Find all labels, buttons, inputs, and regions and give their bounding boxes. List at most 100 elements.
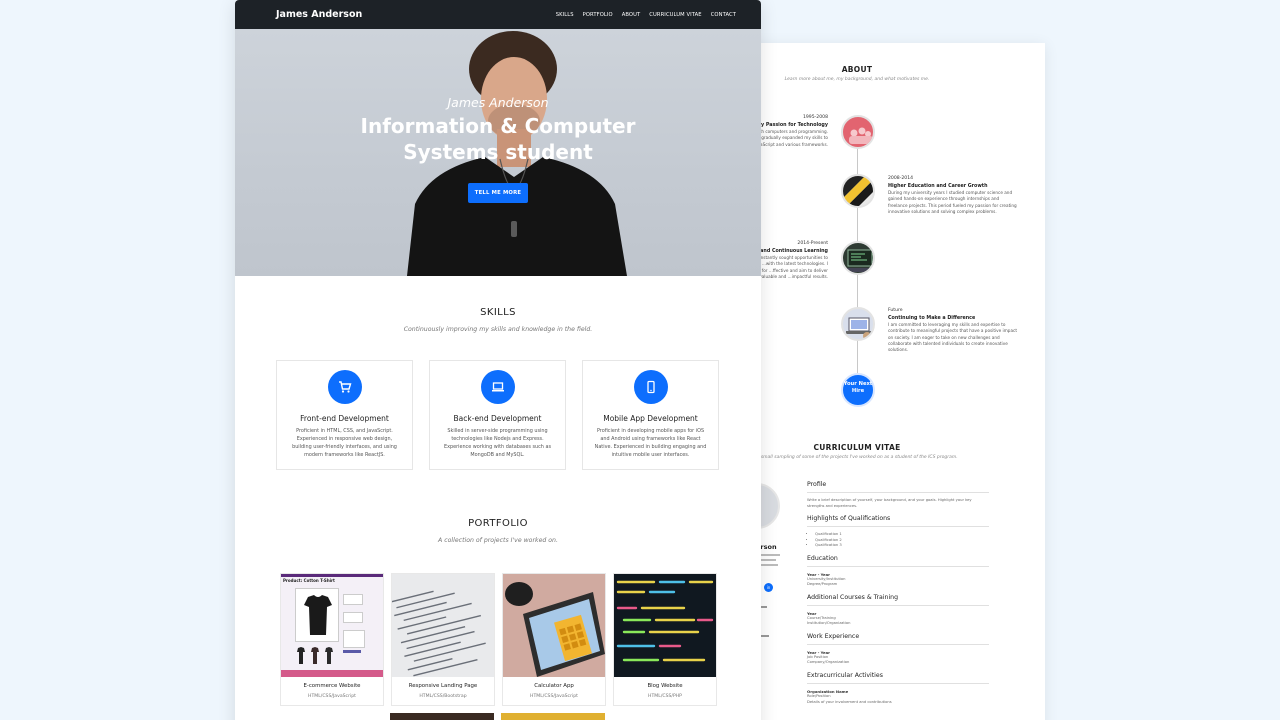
- cv-education-heading: Education: [807, 554, 838, 562]
- portfolio-item-tech: HTML/CSS/PHP: [648, 694, 682, 699]
- cv-work-company: Company/Organization: [807, 660, 850, 665]
- navbar: James Anderson SKILLS PORTFOLIO ABOUT CU…: [235, 0, 761, 29]
- nav-item-contact[interactable]: CONTACT: [711, 12, 736, 18]
- about-section: ABOUT Learn more about me, my background…: [740, 65, 974, 82]
- nav-item-cv[interactable]: CURRICULUM VITAE: [649, 12, 701, 18]
- hero-content: James Anderson Information & Computer Sy…: [235, 95, 761, 204]
- timeline-year: 2008-2014: [888, 176, 914, 181]
- timeline-image-2: [841, 174, 875, 208]
- hero-section: James Anderson Information & Computer Sy…: [235, 29, 761, 276]
- cv-qualifications-list: Qualification 1 Qualification 2 Qualific…: [807, 532, 989, 549]
- divider: [807, 604, 989, 606]
- hero-name: James Anderson: [447, 95, 549, 110]
- cv-highlights-heading: Highlights of Qualifications: [807, 515, 891, 523]
- nav-item-about[interactable]: ABOUT: [622, 12, 641, 18]
- divider: [807, 492, 989, 493]
- mobile-icon: [633, 370, 668, 404]
- cv-courses-heading: Additional Courses & Training: [807, 593, 899, 601]
- skill-card-frontend: Front-end Development Proficient in HTML…: [276, 360, 413, 470]
- cv-extra-text: Details of your involvement and contribu…: [807, 699, 892, 704]
- skills-subtitle: Continuously improving my skills and kno…: [403, 326, 593, 333]
- timeline-year: Future: [888, 308, 903, 313]
- blog-thumbnail: [614, 574, 716, 677]
- hero-title: Information & Computer Systems student: [360, 114, 636, 164]
- cv-profile-text: Write a brief description of yourself, y…: [807, 498, 972, 508]
- thumb-option: [343, 594, 363, 605]
- timeline-image-1: [841, 115, 875, 149]
- timeline-image-4: [841, 307, 875, 341]
- thumb-product-title: Product: Cotton T-Shirt: [283, 578, 335, 583]
- cv-main: Profile Write a brief description of you…: [807, 481, 989, 705]
- portfolio-item-tech: HTML/CSS/JavaScript: [530, 694, 578, 699]
- divider: [807, 643, 989, 645]
- cv-profile-heading: Profile: [807, 481, 827, 488]
- skill-card-desc: Skilled in server-side programming using…: [443, 428, 552, 458]
- portfolio-item-blog[interactable]: Blog Website HTML/CSS/PHP: [613, 573, 717, 706]
- cv-work-heading: Work Experience: [807, 632, 860, 640]
- timeline-title: Higher Education and Career Growth: [888, 183, 988, 189]
- thumb-option: [343, 612, 363, 623]
- cv-section: CURRICULUM VITAE A small sampling of som…: [740, 443, 1045, 704]
- thumb-footer: [281, 670, 383, 677]
- cv-title: CURRICULUM VITAE: [813, 443, 901, 452]
- timeline-title: Continuing to Make a Difference: [888, 315, 976, 321]
- calculator-thumbnail: [503, 574, 605, 677]
- portfolio-item-tech: HTML/CSS/Bootstrap: [419, 694, 467, 699]
- skill-card-mobile: Mobile App Development Proficient in dev…: [582, 360, 719, 470]
- cv-contact-line: [760, 564, 778, 566]
- thumb-option: [343, 630, 365, 648]
- skill-card-backend: Back-end Development Skilled in server-s…: [429, 360, 566, 470]
- cv-sidebar-label: [760, 635, 769, 637]
- landing-thumbnail: [392, 574, 494, 677]
- skill-card-desc: Proficient in HTML, CSS, and JavaScript.…: [292, 428, 397, 458]
- cv-courses-institution: Institution/Organization: [807, 621, 851, 626]
- portfolio-item-name: Calculator App: [534, 683, 574, 689]
- skill-card-title: Front-end Development: [300, 414, 389, 423]
- skill-card-title: Back-end Development: [453, 414, 542, 423]
- skill-card-desc: Proficient in developing mobile apps for…: [594, 428, 707, 458]
- laptop-icon: [480, 370, 515, 404]
- your-next-hire-badge: Your Next Hire: [841, 373, 875, 407]
- thumb-button: [343, 650, 361, 653]
- portfolio-title: PORTFOLIO: [468, 518, 528, 529]
- brand-logo[interactable]: James Anderson: [276, 9, 362, 20]
- linkedin-icon[interactable]: in: [764, 583, 773, 592]
- nav-item-skills[interactable]: SKILLS: [556, 12, 574, 18]
- timeline-text: During my university years I studied com…: [888, 190, 1017, 214]
- divider: [807, 565, 989, 567]
- nav-item-portfolio[interactable]: PORTFOLIO: [583, 12, 613, 18]
- portfolio-item-name: Blog Website: [647, 683, 683, 689]
- about-cv-page: ABOUT Learn more about me, my background…: [740, 43, 1045, 720]
- portfolio-section: PORTFOLIO A collection of projects I've …: [235, 518, 761, 706]
- portfolio-item-partial[interactable]: [501, 713, 605, 720]
- skills-section: SKILLS Continuously improving my skills …: [235, 307, 761, 470]
- nav-menu: SKILLS PORTFOLIO ABOUT CURRICULUM VITAE …: [556, 12, 736, 18]
- cv-education-degree: Degree/Program: [807, 582, 838, 587]
- list-item: Qualification 3: [815, 543, 989, 549]
- timeline-item-4: Future Continuing to Make a Difference I…: [888, 308, 1018, 354]
- cv-subtitle: A small sampling of some of the projects…: [756, 455, 958, 460]
- cart-icon: [327, 370, 362, 404]
- about-subtitle: Learn more about me, my background, and …: [784, 77, 930, 82]
- tell-me-more-button[interactable]: TELL ME MORE: [467, 183, 529, 204]
- thumb-bar: [281, 574, 383, 577]
- cv-extra-heading: Extracurricular Activities: [807, 672, 883, 680]
- cv-contact-line: [760, 554, 780, 556]
- divider: [807, 683, 989, 685]
- ecommerce-thumbnail: Product: Cotton T-Shirt: [281, 574, 383, 677]
- portfolio-grid: Product: Cotton T-Shirt E-commerce Websi…: [280, 573, 717, 706]
- thumb-variants: [297, 647, 333, 664]
- thumb-product-box: [295, 588, 339, 642]
- portfolio-subtitle: A collection of projects I've worked on.: [438, 537, 558, 544]
- divider: [807, 526, 989, 528]
- about-title: ABOUT: [841, 65, 873, 74]
- cv-sidebar-label: [760, 606, 767, 608]
- portfolio-item-tech: HTML/CSS/JavaScript: [308, 694, 356, 699]
- portfolio-item-landing[interactable]: Responsive Landing Page HTML/CSS/Bootstr…: [391, 573, 495, 706]
- skill-card-title: Mobile App Development: [603, 414, 698, 423]
- portfolio-home-page: James Anderson SKILLS PORTFOLIO ABOUT CU…: [235, 0, 761, 720]
- portfolio-item-partial[interactable]: [390, 713, 494, 720]
- timeline-image-3: [841, 241, 875, 275]
- portfolio-item-ecommerce[interactable]: Product: Cotton T-Shirt E-commerce Websi…: [280, 573, 384, 706]
- portfolio-item-calculator[interactable]: Calculator App HTML/CSS/JavaScript: [502, 573, 606, 706]
